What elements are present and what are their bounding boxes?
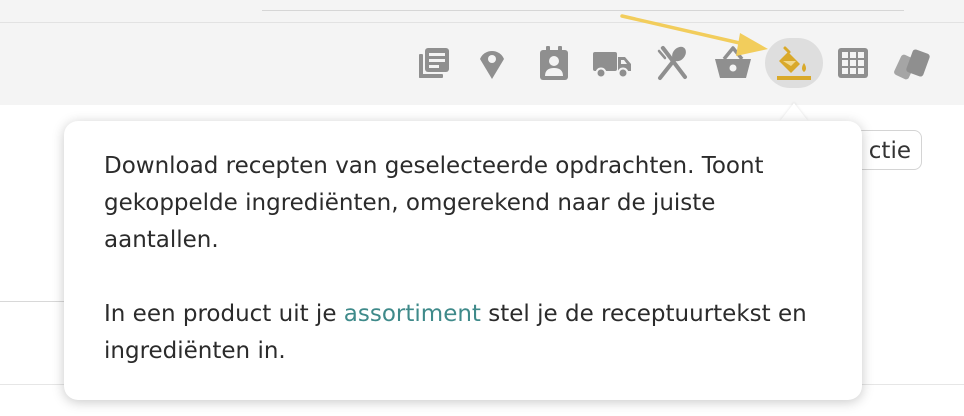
basket-icon [714,46,752,80]
location-icon [475,45,509,81]
recipes-icon [416,45,452,81]
location-button[interactable] [472,43,512,83]
basket-button[interactable] [713,43,753,83]
calendar-contact-icon [538,45,570,81]
grid-button[interactable] [833,43,873,83]
top-strip [0,0,964,22]
tags-button[interactable] [892,43,932,83]
grid-icon [836,46,870,80]
content-divider [0,301,70,302]
cutlery-icon [655,45,691,81]
tooltip-hint-prefix: In een product uit je [104,301,344,327]
calendar-contact-button[interactable] [534,43,574,83]
paint-bucket-icon [776,45,812,81]
tooltip-description: Download recepten van geselecteerde opdr… [104,153,764,253]
assortiment-link[interactable]: assortiment [344,301,481,327]
recipes-button[interactable] [414,43,454,83]
truck-icon [592,47,632,79]
truck-button[interactable] [592,43,632,83]
paint-bucket-button[interactable] [765,38,823,88]
top-divider [262,10,904,11]
toolbar [0,22,964,105]
tooltip: Download recepten van geselecteerde opdr… [64,121,862,400]
tags-icon [892,46,932,80]
cutlery-button[interactable] [653,43,693,83]
tooltip-caret [780,103,808,121]
tooltip-hint: In een product uit je assortiment stel j… [104,296,824,370]
